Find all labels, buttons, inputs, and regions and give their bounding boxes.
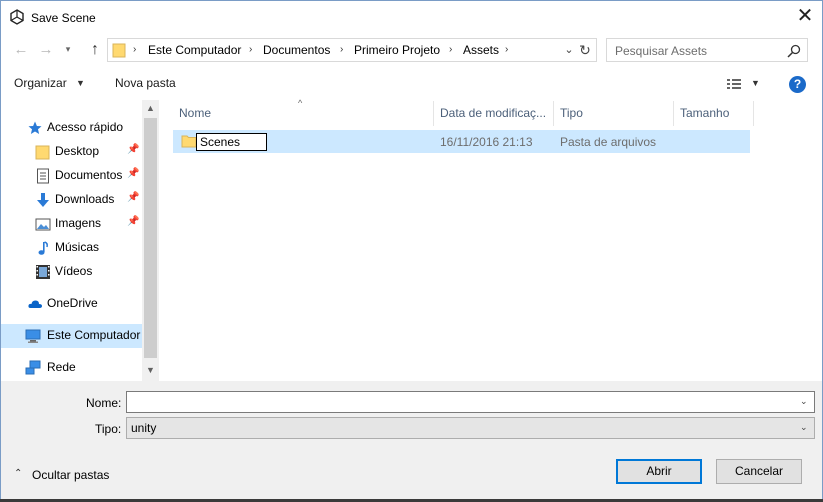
breadcrumb-separator-icon: › (449, 44, 453, 55)
back-arrow-icon[interactable]: ← (12, 41, 30, 59)
sidebar-item-este-computador[interactable]: Este Computador (1, 324, 142, 348)
sidebar-item-label: Desktop (55, 144, 100, 158)
new-folder-button[interactable]: Nova pasta (115, 76, 176, 90)
sidebar-item-label: Documentos (55, 168, 123, 182)
window-title: Save Scene (31, 11, 96, 25)
cancel-button[interactable]: Cancelar (716, 459, 802, 484)
chevron-up-icon[interactable]: ▲ (143, 101, 158, 115)
sidebar-item-downloads[interactable]: Downloads 📌 (1, 188, 142, 212)
chevron-up-icon[interactable]: ⌃ (14, 468, 22, 479)
column-header-name[interactable]: Nome (179, 106, 211, 120)
column-divider[interactable] (673, 101, 674, 126)
recent-locations-chevron-icon[interactable]: ▾ (62, 44, 74, 56)
breadcrumb-item[interactable]: Este Computador (148, 43, 241, 57)
unity-logo-icon (10, 9, 24, 25)
title-bar (0, 0, 823, 36)
video-icon (36, 265, 50, 279)
type-label: Tipo: (95, 422, 122, 436)
chevron-down-icon[interactable]: ⌄ (800, 422, 808, 433)
breadcrumb-separator-icon: › (249, 44, 253, 55)
sidebar-item-label: Este Computador (47, 328, 141, 342)
column-header-size[interactable]: Tamanho (680, 106, 729, 120)
column-header-type[interactable]: Tipo (560, 106, 583, 120)
window-border (0, 0, 1, 502)
forward-arrow-icon[interactable]: → (37, 41, 55, 59)
file-type: Pasta de arquivos (560, 135, 657, 149)
rename-input[interactable]: Scenes (196, 133, 267, 151)
chevron-down-icon[interactable]: ▼ (751, 78, 760, 88)
sidebar-item-documentos[interactable]: Documentos 📌 (1, 164, 142, 188)
computer-icon (25, 329, 41, 343)
pin-icon: 📌 (127, 216, 140, 227)
view-details-icon[interactable] (726, 78, 742, 90)
breadcrumb-item[interactable]: Documentos (263, 43, 330, 57)
sidebar-item-desktop[interactable]: Desktop 📌 (1, 140, 142, 164)
breadcrumb-separator-icon: › (340, 44, 344, 55)
up-arrow-icon[interactable]: ↑ (86, 40, 104, 60)
sidebar-item-label: Vídeos (55, 264, 93, 278)
sidebar-item-label: Imagens (55, 216, 102, 230)
pin-icon: 📌 (127, 192, 140, 203)
sidebar-item-label: Músicas (55, 240, 100, 254)
sidebar-item-imagens[interactable]: Imagens 📌 (1, 212, 142, 236)
sidebar-item-label: Rede (47, 360, 76, 374)
star-icon (28, 121, 42, 134)
sidebar-item-label: OneDrive (47, 296, 98, 310)
search-placeholder: Pesquisar Assets (615, 44, 708, 58)
sidebar-item-acesso-rapido[interactable]: Acesso rápido (1, 116, 142, 140)
pin-icon: 📌 (127, 168, 140, 179)
column-divider[interactable] (553, 101, 554, 126)
pin-icon: 📌 (127, 144, 140, 155)
folder-icon (35, 145, 50, 160)
image-icon (35, 218, 51, 231)
file-type-select[interactable]: unity (126, 417, 815, 439)
sidebar-item-label: Downloads (55, 192, 115, 206)
hide-folders-button[interactable]: Ocultar pastas (32, 468, 109, 482)
name-label: Nome: (86, 396, 122, 410)
folder-icon (181, 135, 197, 148)
download-icon (37, 193, 49, 207)
network-icon (25, 360, 41, 375)
organize-button[interactable]: Organizar (14, 76, 67, 94)
breadcrumb-item[interactable]: Assets (463, 43, 499, 57)
sidebar-item-onedrive[interactable]: OneDrive (1, 292, 142, 316)
close-button[interactable]: ✕ (793, 5, 817, 29)
scrollbar-thumb[interactable] (144, 118, 157, 358)
help-icon[interactable]: ? (789, 76, 806, 93)
column-header-modified[interactable]: Data de modificaç... (440, 106, 546, 120)
sidebar-item-videos[interactable]: Vídeos (1, 260, 142, 284)
chevron-down-icon[interactable]: ⌄ (800, 396, 808, 407)
sidebar-item-label: Acesso rápido (47, 120, 124, 134)
breadcrumb-separator-icon: › (133, 44, 137, 55)
sort-ascending-icon: ^ (298, 98, 303, 108)
file-modified-date: 16/11/2016 21:13 (440, 135, 533, 149)
sidebar-item-rede[interactable]: Rede (1, 356, 142, 380)
cloud-icon (28, 300, 42, 308)
column-divider[interactable] (753, 101, 754, 126)
folder-icon (112, 43, 126, 58)
breadcrumb-item[interactable]: Primeiro Projeto (354, 43, 440, 57)
file-name-input[interactable] (126, 391, 815, 413)
sidebar-item-musicas[interactable]: Músicas (1, 236, 142, 260)
breadcrumb-separator-icon: › (505, 44, 509, 55)
open-button[interactable]: Abrir (616, 459, 702, 484)
column-divider[interactable] (433, 101, 434, 126)
search-icon[interactable] (786, 43, 802, 59)
chevron-down-icon[interactable]: ▼ (143, 363, 158, 377)
document-icon (37, 168, 49, 184)
chevron-down-icon: ▼ (76, 78, 85, 88)
refresh-icon[interactable]: ↻ (575, 40, 595, 60)
music-icon (38, 241, 48, 255)
